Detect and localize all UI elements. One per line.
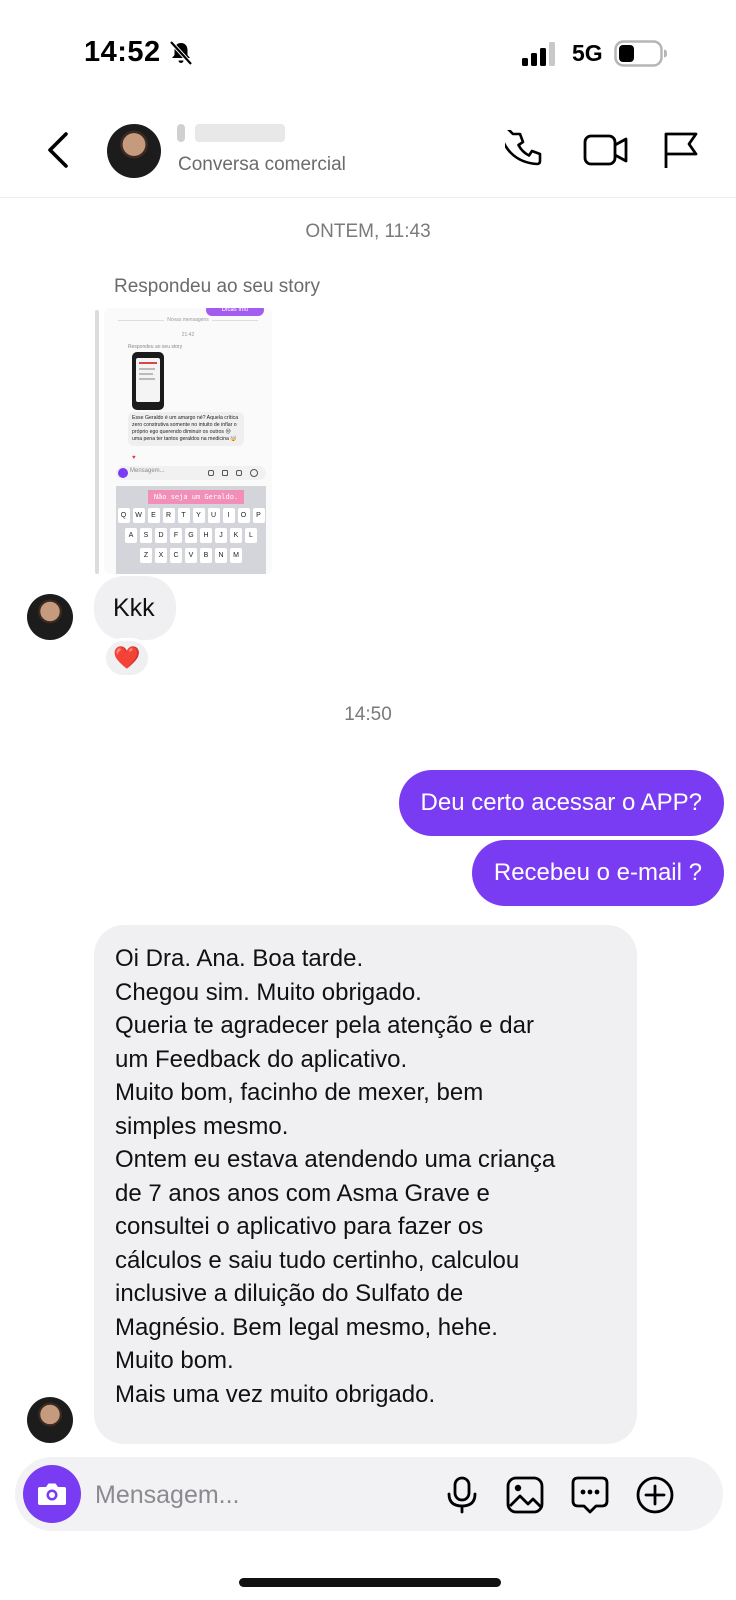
story-key: Z <box>140 548 152 563</box>
story-key: I <box>222 508 235 523</box>
message-line: consultei o aplicativo para fazer os <box>115 1213 484 1240</box>
message-line: Queria te agradecer pela atenção e dar <box>115 1012 534 1039</box>
story-new-messages: Novas mensagens <box>164 317 212 323</box>
story-key: A <box>125 528 137 543</box>
story-key: S <box>140 528 152 543</box>
message-line: Oi Dra. Ana. Boa tarde. <box>115 945 364 972</box>
story-thumbnail[interactable]: Dicas Info Novas mensagens 21:42 Respond… <box>104 308 272 574</box>
story-key: G <box>185 528 197 543</box>
message-line: Mais uma vez muito obrigado. <box>115 1380 436 1408</box>
timestamp: 14:50 <box>344 704 392 725</box>
gallery-icon[interactable] <box>505 1475 545 1515</box>
incoming-message[interactable]: Kkk <box>94 576 176 640</box>
timestamp: ONTEM, 11:43 <box>305 221 431 242</box>
story-typed-text: Não seja um Geraldo. <box>148 490 244 504</box>
story-key: L <box>245 528 257 543</box>
camera-icon <box>38 1483 66 1505</box>
story-key: V <box>185 548 197 563</box>
story-key: W <box>132 508 145 523</box>
bell-off-icon <box>169 40 193 66</box>
story-key: M <box>230 548 242 563</box>
story-time: 21:42 <box>181 332 195 338</box>
message-line: de 7 anos anos com Asma Grave e <box>115 1179 490 1207</box>
phone-icon[interactable] <box>505 130 545 170</box>
message-line: Muito bom. <box>115 1347 234 1374</box>
story-key: J <box>215 528 227 543</box>
contact-avatar-small[interactable] <box>27 1397 73 1443</box>
status-bar: 14:52 5G <box>0 0 736 100</box>
outgoing-message[interactable]: Recebeu o e-mail ? <box>471 840 724 906</box>
heart-reaction-icon[interactable]: ❤️ <box>103 638 151 678</box>
story-key: D <box>155 528 167 543</box>
story-reply-label: Respondeu ao seu story <box>114 276 320 297</box>
back-button[interactable] <box>40 128 80 172</box>
contact-name-redacted[interactable] <box>177 124 297 144</box>
story-key: C <box>170 548 182 563</box>
camera-button[interactable] <box>23 1465 81 1523</box>
microphone-icon[interactable] <box>442 1475 482 1515</box>
story-composer: Mensagem... <box>116 466 266 480</box>
message-line: Chegou sim. Muito obrigado. <box>115 978 422 1006</box>
message-line: Ontem eu estava atendendo uma criança <box>115 1146 556 1173</box>
home-indicator[interactable] <box>239 1578 501 1587</box>
story-key: N <box>215 548 227 563</box>
story-key: O <box>237 508 250 523</box>
video-call-icon[interactable] <box>583 130 629 170</box>
incoming-message-long[interactable]: Oi Dra. Ana. Boa tarde. Chegou sim. Muit… <box>94 925 637 1444</box>
story-chip: Dicas Info <box>206 308 264 316</box>
story-message: Esse Geraldo é um amargo né? Aquela crít… <box>128 412 244 446</box>
chat-header: Conversa comercial <box>0 100 736 198</box>
battery-icon <box>614 40 667 67</box>
story-key: Y <box>192 508 205 523</box>
story-key: U <box>207 508 220 523</box>
status-time: 14:52 <box>84 36 161 68</box>
story-reply-bar <box>95 310 99 574</box>
network-label: 5G <box>572 40 603 66</box>
story-key: H <box>200 528 212 543</box>
message-line: Magnésio. Bem legal mesmo, hehe. <box>115 1313 498 1341</box>
conversation-type: Conversa comercial <box>178 154 346 175</box>
story-phone-image <box>132 352 164 410</box>
story-key: P <box>252 508 265 523</box>
contact-avatar[interactable] <box>107 124 161 178</box>
story-key: F <box>170 528 182 543</box>
story-key: Q <box>117 508 130 523</box>
sticker-message-icon[interactable] <box>570 1475 610 1515</box>
message-line: inclusive a diluição do Sulfato de <box>115 1280 464 1307</box>
flag-icon[interactable] <box>662 130 700 170</box>
add-circle-icon[interactable] <box>635 1475 675 1515</box>
message-composer <box>15 1457 723 1531</box>
story-key: B <box>200 548 212 563</box>
message-line: cálculos e saiu tudo certinho, calculou <box>115 1246 520 1274</box>
contact-avatar-small[interactable] <box>27 594 73 640</box>
story-key: X <box>155 548 167 563</box>
story-key: K <box>230 528 242 543</box>
message-line: Muito bom, facinho de mexer, bem <box>115 1079 484 1106</box>
story-key: T <box>177 508 190 523</box>
outgoing-message[interactable]: Deu certo acessar o APP? <box>398 770 724 836</box>
message-input[interactable] <box>95 1475 425 1515</box>
story-key: E <box>147 508 160 523</box>
story-key: R <box>162 508 175 523</box>
message-line: um Feedback do aplicativo. <box>115 1045 408 1073</box>
story-keyboard: Não seja um Geraldo. QWERTYUIOP ASDFGHJKL… <box>116 486 266 574</box>
story-replied-label: Respondeu ao seu story <box>128 344 183 350</box>
message-line: simples mesmo. <box>115 1112 289 1140</box>
signal-icon <box>522 42 555 66</box>
